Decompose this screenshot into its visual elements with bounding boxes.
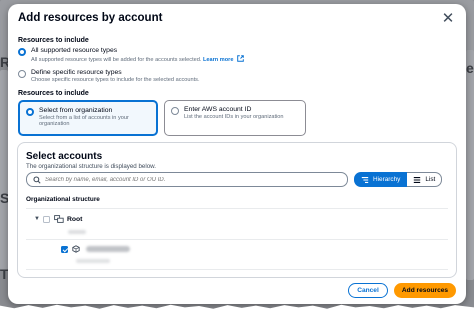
modal-header: Add resources by account ✕ [18,11,456,32]
radio-label: Define specific resource types [31,69,122,76]
panel-description: The organizational structure is displaye… [26,163,157,170]
hierarchy-icon [361,176,369,183]
tree-row-root[interactable]: ▼ Root [34,215,82,223]
add-resources-button[interactable]: Add resources [394,283,456,298]
tile-description: Select from a list of accounts in your o… [39,115,129,127]
divider [26,239,448,240]
caret-down-icon[interactable]: ▼ [34,216,40,222]
tree-row-account[interactable] [61,245,130,253]
panel-title: Select accounts [26,151,103,162]
radio-button[interactable] [26,108,34,116]
tile-description: List the account IDs in your organizatio… [184,114,284,120]
organization-icon [54,215,64,223]
tile-label: Enter AWS account ID [184,106,252,113]
hierarchy-view-button[interactable]: Hierarchy [354,172,408,187]
search-field[interactable] [26,172,348,187]
radio-description: All supported resource types will be add… [31,55,244,63]
modal-title: Add resources by account [18,12,163,24]
radio-button[interactable] [171,107,179,115]
close-icon[interactable]: ✕ [440,11,456,27]
redacted-text [68,230,86,234]
view-toggle: Hierarchy List [354,172,443,187]
cancel-button[interactable]: Cancel [348,283,388,298]
radio-description: Choose specific resource types to includ… [31,77,200,83]
account-icon [72,245,80,253]
list-icon [414,176,421,183]
divider [26,208,448,209]
divider [26,269,448,270]
radio-label: All supported resource types [31,47,118,54]
radio-specific-resource-types[interactable]: Define specific resource types Choose sp… [18,69,200,83]
hierarchy-label: Hierarchy [373,176,401,183]
root-label: Root [66,215,83,223]
list-view-button[interactable]: List [407,172,443,187]
search-input[interactable] [45,176,335,183]
learn-more-link[interactable]: Learn more [203,57,233,63]
select-accounts-panel: Select accounts The organizational struc… [17,142,457,278]
list-label: List [425,176,436,183]
resource-types-label: Resources to include [18,37,89,44]
redacted-account-name [86,246,130,252]
redacted-text [76,259,110,263]
background-text: e [466,60,474,76]
account-checkbox[interactable] [61,245,68,253]
add-resources-modal: Add resources by account ✕ Resources to … [8,4,466,304]
root-checkbox[interactable] [42,215,50,223]
radio-button[interactable] [18,70,26,78]
tile-label: Select from organization [39,107,113,114]
tile-enter-account-id[interactable]: Enter AWS account ID List the account ID… [164,100,306,136]
modal-footer: Cancel Add resources [348,283,456,298]
organizational-structure-label: Organizational structure [26,196,100,203]
radio-button[interactable] [18,48,26,56]
external-link-icon[interactable] [237,55,244,62]
tile-select-from-organization[interactable]: Select from organization Select from a l… [18,100,158,136]
radio-all-resource-types[interactable]: All supported resource types All support… [18,47,244,63]
search-icon [33,175,41,184]
resource-source-label: Resources to include [18,90,89,97]
radio-description-text: All supported resource types will be add… [31,57,202,63]
